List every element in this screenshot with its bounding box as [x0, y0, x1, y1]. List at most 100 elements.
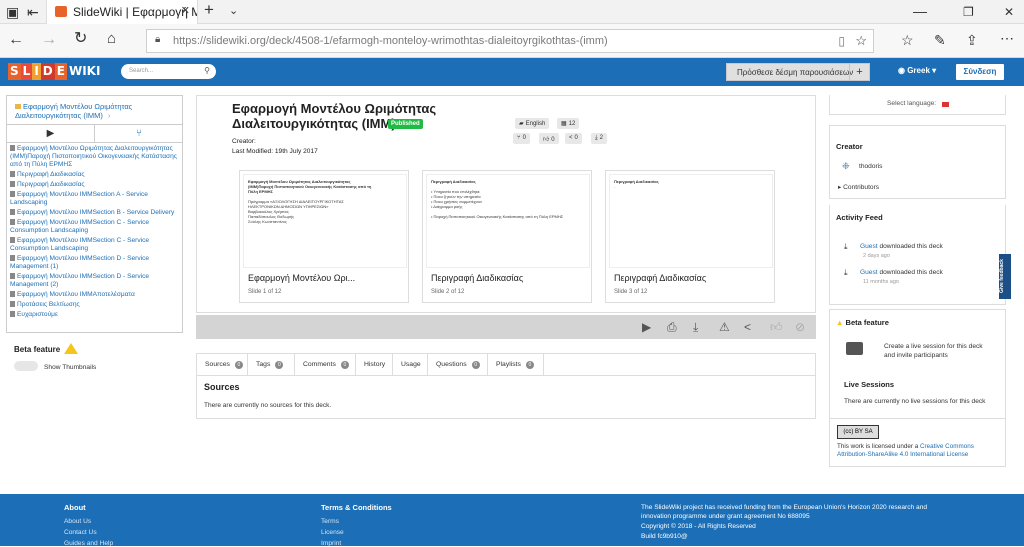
deck-action-bar: ▶ ⎙ ⤓ ⚠ < 👍︎ ⊘ [196, 315, 816, 339]
folder-icon [15, 104, 21, 109]
favorites-icon[interactable]: ☆ [901, 33, 914, 47]
deck-tree-title[interactable]: Εφαρμογή Μοντέλου Ωριμότητας Διαλειτουργ… [6, 95, 183, 125]
activity-user[interactable]: Guest [860, 243, 878, 250]
slide-card[interactable]: Περιγραφή Διαδικασίας • Υπηρεσία που επιλ… [422, 170, 592, 303]
feedback-tab[interactable]: Give feedback [999, 254, 1011, 299]
footer-link[interactable]: License [321, 529, 344, 536]
toggle-switch[interactable] [14, 361, 38, 371]
slide-list-label: Εφαρμογή Μοντέλου IMMΑποτελέσματα [17, 291, 135, 298]
plus-icon: + [849, 63, 869, 81]
tab-usage[interactable]: Usage [393, 354, 428, 375]
slide-list-label: Εφαρμογή Μοντέλου IMMSection C - Service… [10, 219, 150, 234]
share-icon[interactable]: ⇪ [966, 33, 978, 47]
search-input[interactable]: Search... ⚲ [121, 64, 216, 79]
tab-playlists[interactable]: Playlists 0 [488, 354, 544, 375]
slidewiki-logo[interactable]: S L I D E WIKI [8, 63, 102, 80]
activity-user[interactable]: Guest [860, 269, 878, 276]
last-modified: Last Modified: 19th July 2017 [232, 148, 318, 155]
contributors-toggle[interactable]: ▸ Contributors [838, 183, 879, 191]
deck-tabs: Sources 0 Tags 0 Comments 0 History Usage Questi… [196, 353, 816, 376]
print-icon[interactable]: ⎙ [667, 320, 677, 334]
slide-list-item[interactable]: Προτάσεις Βελτίωσης [10, 301, 180, 309]
tab-count-badge: 0 [340, 361, 349, 369]
slide-list-label: Εφαρμογή Μοντέλου IMMSection D - Service… [10, 255, 150, 270]
slide-list-label: Περιγραφή Διαδικασίας [17, 171, 85, 178]
footer-link[interactable]: About Us [64, 518, 91, 525]
forward-icon[interactable]: → [41, 32, 57, 48]
license-box: (cc) BY SA This work is licensed under a… [829, 419, 1006, 467]
slide-icon [10, 311, 15, 317]
license-prefix: This work is licensed under a [837, 443, 919, 450]
pen-icon[interactable]: ✎ [934, 33, 946, 47]
share-icon[interactable]: < [744, 320, 751, 334]
refresh-icon[interactable]: ↻ [74, 31, 87, 47]
slide-icon [10, 209, 15, 215]
url-prefix: https://slidewiki.org [173, 35, 266, 47]
thumbnails-toggle[interactable]: Show Thumbnails [14, 361, 96, 371]
slide-card[interactable]: Περιγραφή Διαδικασίας. Περιγραφή Διαδικα… [605, 170, 775, 303]
tab-actions-icon[interactable]: ▣ [6, 5, 19, 19]
restore-icon[interactable]: ❐ [963, 5, 974, 19]
report-icon[interactable]: ⚠ [719, 320, 730, 334]
tab-comments[interactable]: Comments 0 [295, 354, 356, 375]
new-tab-icon[interactable]: + [204, 1, 214, 18]
add-deck-button[interactable]: Πρόσθεσε δέσμη παρουσιάσεων + [726, 63, 870, 81]
cc-license-badge-icon[interactable]: (cc) BY SA [837, 425, 879, 439]
slide-list-label: Εφαρμογή Μοντέλου IMMSection A - Service… [10, 191, 148, 206]
tab-list-chevron-icon[interactable]: ⌄ [229, 4, 238, 18]
more-icon[interactable]: ⋯ [1000, 31, 1014, 45]
tab-count-badge: 0 [471, 361, 480, 369]
thumbs-up-icon: 👍︎ [543, 137, 550, 143]
slide-list-item[interactable]: Περιγραφή Διαδικασίας [10, 181, 180, 189]
search-icon[interactable]: ⚲ [204, 66, 210, 75]
window-close-icon[interactable]: ✕ [1004, 5, 1014, 19]
slide-list-item[interactable]: Εφαρμογή Μοντέλου IMMSection D - Service… [10, 255, 180, 271]
slide-list-item[interactable]: Εφαρμογή Μοντέλου IMMΑποτελέσματα [10, 291, 180, 299]
play-deck-icon[interactable]: ▶ [7, 125, 95, 143]
slide-preview: Εφαρμογή Μοντέλου Ωριμότητας Διαλειτουργ… [243, 174, 407, 268]
video-camera-icon[interactable] [846, 342, 863, 355]
grid-icon: ▦ [561, 121, 567, 127]
tab-count-badge: 0 [234, 361, 243, 369]
tab-aside-icon[interactable]: ⇤ [27, 5, 39, 19]
back-icon[interactable]: ← [8, 32, 24, 48]
close-tab-icon[interactable]: ✕ [181, 4, 190, 17]
tab-count-badge: 0 [275, 361, 284, 369]
browser-tab[interactable]: SlideWiki | Εφαρμογή Μ ✕ [46, 0, 198, 24]
tab-history[interactable]: History [356, 354, 393, 375]
footer-link[interactable]: Terms [321, 518, 339, 525]
avatar: ❉ [842, 161, 850, 171]
tab-tags[interactable]: Tags 0 [248, 354, 295, 375]
language-dropdown[interactable]: ◉ Greek ▾ [898, 66, 936, 75]
slide-icon [10, 181, 15, 187]
play-icon[interactable]: ▶ [642, 320, 651, 334]
login-button[interactable]: Σύνδεση [955, 63, 1005, 81]
fork-deck-icon[interactable]: ⊘ [795, 320, 805, 334]
live-session-text[interactable]: Create a live session for this deck and … [884, 342, 994, 360]
slide-list-item[interactable]: Ευχαριστούμε [10, 311, 180, 319]
slide-list-item[interactable]: Εφαρμογή Μοντέλου IMMSection C - Service… [10, 219, 180, 235]
creator-name[interactable]: thodoris [859, 163, 882, 170]
language-select-box[interactable]: Select language: [829, 95, 1006, 115]
tab-sources[interactable]: Sources 0 [197, 354, 248, 375]
slide-list-item[interactable]: Εφαρμογή Μοντέλου IMMSection C - Service… [10, 237, 180, 253]
slide-list-item[interactable]: Εφαρμογή Μοντέλου IMMSection A - Service… [10, 191, 180, 207]
reading-view-icon[interactable]: ▯ [838, 34, 845, 48]
fork-icon[interactable]: ⑂ [95, 125, 183, 143]
download-icon[interactable]: ⤓ [693, 320, 698, 334]
home-icon[interactable]: ⌂ [107, 31, 116, 46]
slide-list-item[interactable]: Εφαρμογή Μοντέλου IMMSection D - Service… [10, 273, 180, 289]
minimize-icon[interactable]: — [913, 4, 927, 18]
favorite-star-icon[interactable]: ☆ [855, 33, 867, 49]
slide-list-item[interactable]: Εφαρμογή Μοντέλου IMMSection B - Service… [10, 209, 180, 217]
slide-list-item[interactable]: Περιγραφή Διαδικασίας [10, 171, 180, 179]
like-icon[interactable]: 👍︎ [770, 320, 783, 334]
shares-chip: <0 [565, 133, 582, 144]
tab-questions[interactable]: Questions 0 [428, 354, 488, 375]
slide-card-number: Slide 2 of 12 [431, 289, 465, 295]
slide-card[interactable]: Εφαρμογή Μοντέλου Ωριμότητας Διαλειτουργ… [239, 170, 409, 303]
footer-link[interactable]: Contact Us [64, 529, 97, 536]
slide-list-label: Εφαρμογή Μοντέλου IMMSection B - Service… [17, 209, 175, 216]
slide-list-item[interactable]: Εφαρμογή Μοντέλου Ωριμότητας Διαλειτουργ… [10, 145, 180, 169]
url-field[interactable]: 🔒︎ https://slidewiki.org/deck/4508-1/efa… [146, 29, 874, 53]
